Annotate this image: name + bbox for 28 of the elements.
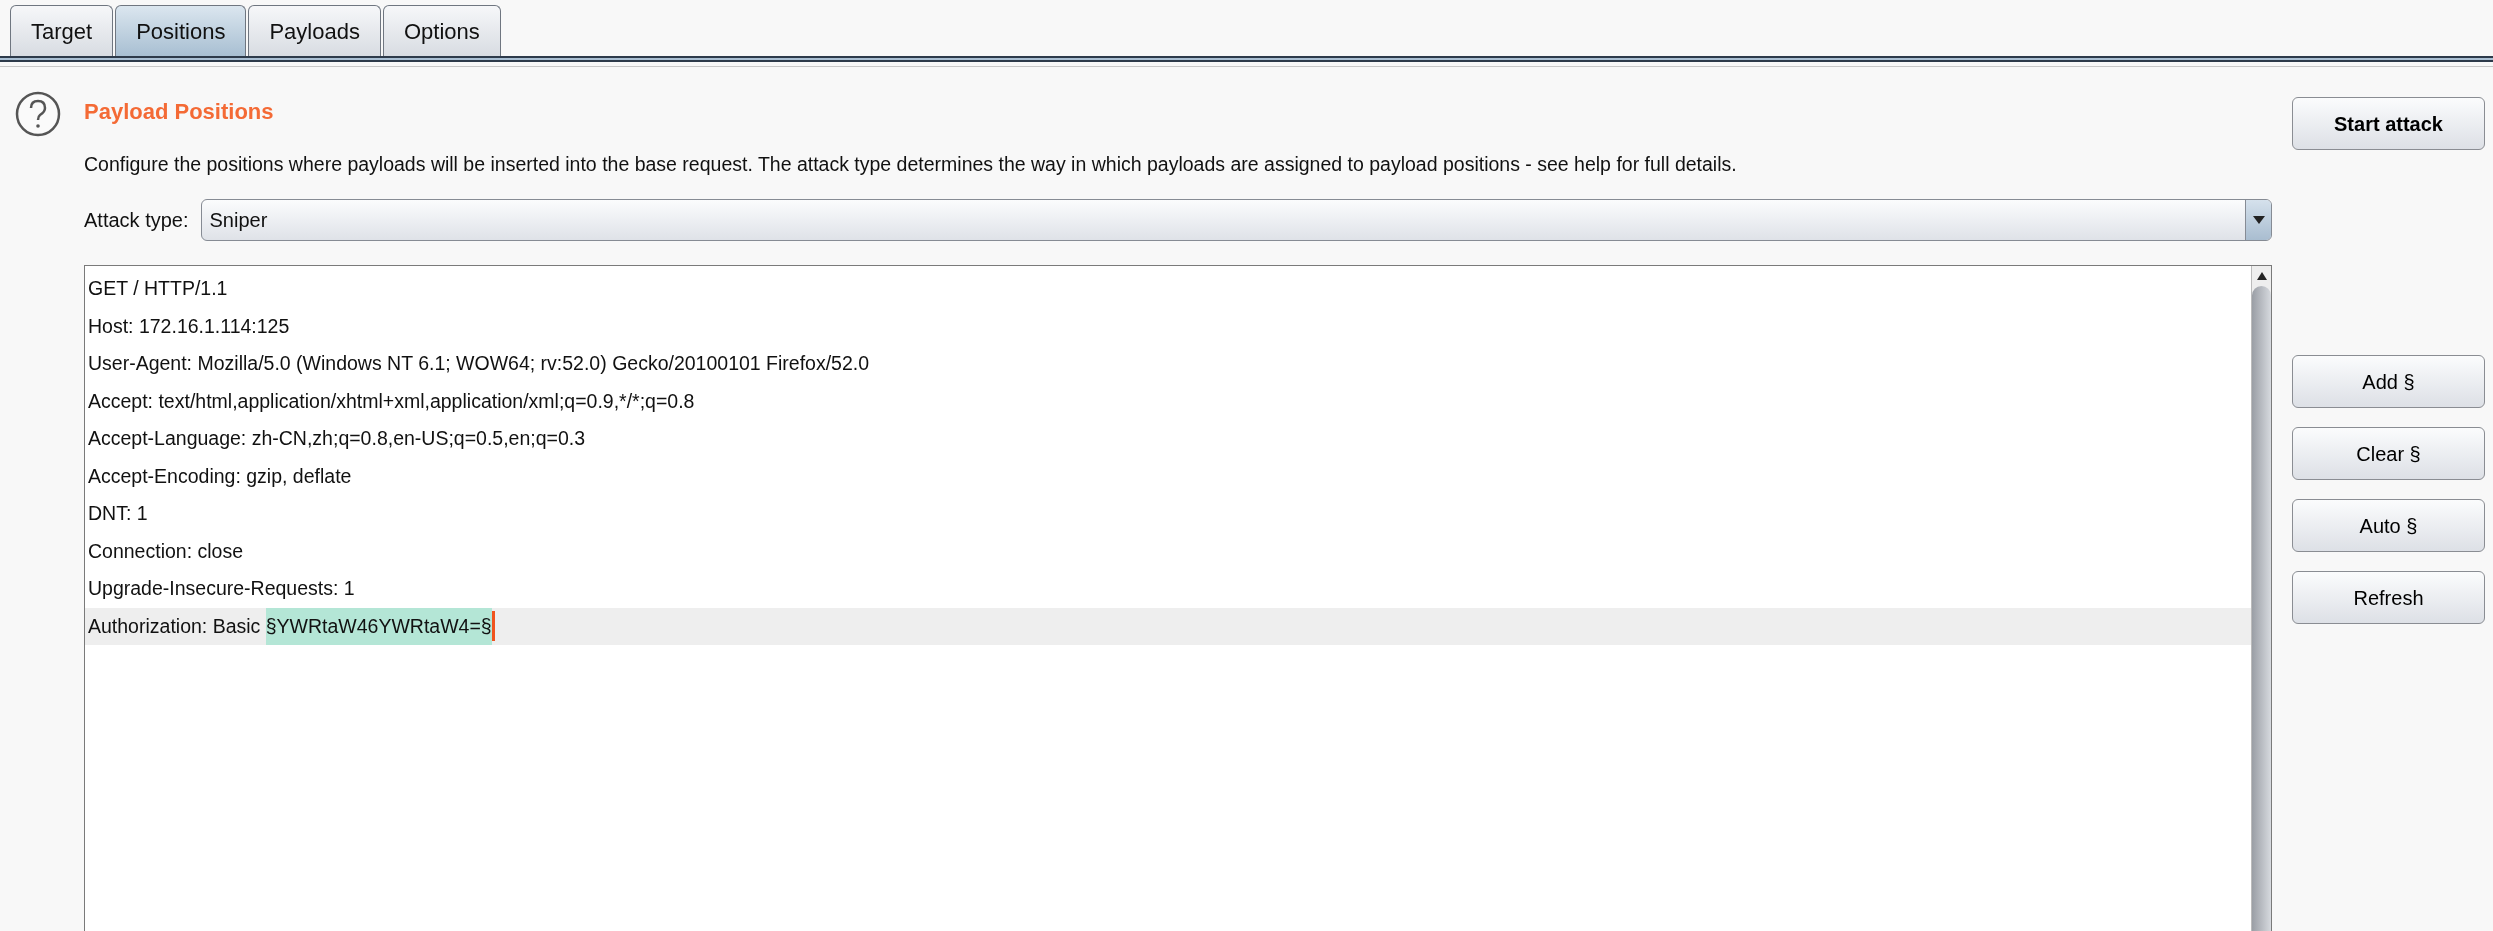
attack-type-label: Attack type: xyxy=(84,208,189,233)
attack-type-dropdown[interactable]: Sniper xyxy=(200,199,2272,241)
editor-button[interactable]: Auto § xyxy=(2292,499,2485,552)
scrollbar[interactable] xyxy=(2251,266,2271,931)
request-line: DNT: 1 xyxy=(88,501,148,527)
text-cursor xyxy=(491,611,495,642)
tab[interactable]: Options xyxy=(382,5,501,56)
caret-icon xyxy=(2252,216,2265,224)
request-line: Accept-Language: zh-CN,zh;q=0.8,en-US;q=0.5,en;q=0.3 xyxy=(88,426,586,452)
tab[interactable]: Positions xyxy=(115,5,247,56)
start-attack-button[interactable]: Start attack xyxy=(2292,97,2485,150)
editor-button[interactable]: Refresh xyxy=(2292,571,2485,624)
payload-marker: §YWRtaW46YWRtaW4=§ xyxy=(265,607,492,645)
section-title: Payload Positions xyxy=(84,98,275,126)
request-line: Accept-Encoding: gzip, deflate xyxy=(88,463,352,489)
request-line: Accept: text/html,application/xhtml+xml,application/xml;q=0.9,*/*;q=0.8 xyxy=(88,388,695,414)
request-line: Upgrade-Insecure-Requests: 1 xyxy=(88,576,355,602)
tab[interactable]: Target xyxy=(10,5,114,56)
help-icon[interactable] xyxy=(15,91,61,137)
editor-button[interactable]: Clear § xyxy=(2292,427,2485,480)
section-description: Configure the positions where payloads will be inserted into the base request. The attack type determines the way in which payloads are assigned to payload positions - see help for full details. xyxy=(84,152,1738,177)
tab[interactable]: Payloads xyxy=(248,5,381,56)
request-line: GET / HTTP/1.1 xyxy=(88,276,228,302)
editor-button[interactable]: Add § xyxy=(2292,355,2485,408)
request-line: Host: 172.16.1.114:125 xyxy=(88,313,290,339)
request-line: Authorization: Basic xyxy=(88,613,262,639)
request-line: User-Agent: Mozilla/5.0 (Windows NT 6.1; WOW64; rv:52.0) Gecko/20100101 Firefox/52.0 xyxy=(88,351,870,377)
request-line: Connection: close xyxy=(88,538,243,564)
